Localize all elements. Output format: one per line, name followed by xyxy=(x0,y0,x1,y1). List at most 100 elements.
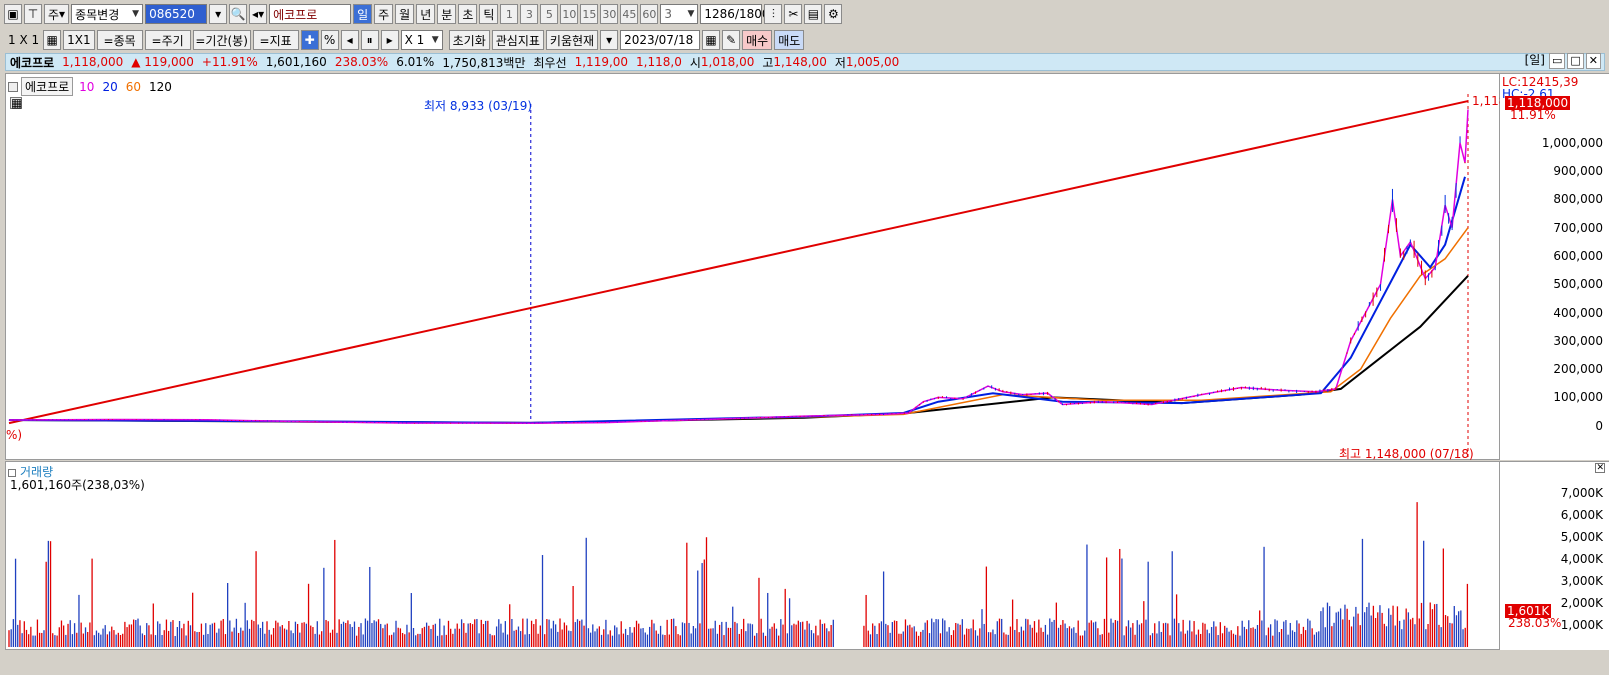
code-dropdown[interactable]: ▾ xyxy=(209,4,228,24)
mouse-icon[interactable]: ✎ xyxy=(722,30,741,50)
close-icon[interactable]: ✕ xyxy=(1595,463,1605,473)
best-bid: 1,118,0 xyxy=(636,55,682,69)
kiwoom-current-button[interactable]: 키움현재 xyxy=(545,30,599,50)
grid-toggle-icon[interactable]: ▦ xyxy=(10,97,22,109)
volume-tick-label: 7,000K xyxy=(1560,486,1603,501)
legend-ma10[interactable]: 10 xyxy=(79,80,94,94)
next-icon[interactable]: ▸ xyxy=(380,30,399,50)
price-change-pct: +11.91% xyxy=(201,55,258,69)
calendar-icon[interactable]: ▦ xyxy=(702,30,721,50)
percent-button[interactable]: % xyxy=(320,30,339,50)
price-line xyxy=(8,109,1469,424)
watch-indicator-button[interactable]: 관심지표 xyxy=(491,30,544,50)
interval-60[interactable]: 60 xyxy=(640,4,659,24)
open-price: 1,018,00 xyxy=(700,55,755,69)
volume-tick-label: 1,000K xyxy=(1560,618,1603,633)
bar-count-field[interactable]: 1286/1800 xyxy=(700,4,770,24)
price-tick-label: 300,000 xyxy=(1553,333,1603,348)
restore-icon[interactable]: ▭ xyxy=(1548,53,1566,69)
buy-button[interactable]: 매수 xyxy=(742,30,773,50)
interval-10[interactable]: 10 xyxy=(560,4,579,24)
best-ask: 1,119,00 xyxy=(574,55,629,69)
volume-pct: 238.03% xyxy=(334,55,389,69)
volume-tick-label: 2,000K xyxy=(1560,596,1603,611)
current-price: 1,118,000 xyxy=(62,55,124,69)
high-label: 고 xyxy=(762,55,774,70)
volume-chart-panel[interactable]: 거래량 1,601,160주(238,03%) xyxy=(5,461,1500,650)
stock-link-button[interactable]: =종목 xyxy=(96,30,143,50)
axis-volume-pct: 238.03% xyxy=(1508,616,1562,630)
candle-icon[interactable]: ⫶ xyxy=(764,4,783,24)
speaker-icon[interactable]: ◂▾ xyxy=(249,4,268,24)
bottom-strip xyxy=(0,651,1609,675)
best-quote-label: 최우선 xyxy=(533,55,567,70)
low-price: 1,005,00 xyxy=(845,55,900,69)
tool-icon[interactable]: ✂ xyxy=(784,4,803,24)
period-month[interactable]: 월 xyxy=(395,4,415,24)
volume-axis: 7,000K 6,000K 5,000K 4,000K 3,000K 2,000K 1,00… xyxy=(1500,461,1609,650)
volume-tick-label: 3,000K xyxy=(1560,574,1603,589)
volume-tick-label: 4,000K xyxy=(1560,552,1603,567)
stock-name-field[interactable]: 에코프로 xyxy=(269,4,352,24)
period-day[interactable]: 일 xyxy=(353,4,373,24)
collapse-icon[interactable] xyxy=(8,81,18,92)
count-select[interactable]: 3 ▼ xyxy=(660,4,699,24)
interval-1[interactable]: 1 xyxy=(500,4,519,24)
legend-ma120[interactable]: 120 xyxy=(149,80,172,94)
left-pct-label: %) xyxy=(6,428,23,442)
multiplier-select[interactable]: X 1 ▼ xyxy=(400,30,443,50)
indicator-link-button[interactable]: =지표 xyxy=(252,30,299,50)
date-input[interactable]: 2023/07/18 xyxy=(620,30,701,50)
prev-icon[interactable]: ◂ xyxy=(340,30,359,50)
legend-ma60[interactable]: 60 xyxy=(126,80,141,94)
period-year[interactable]: 년 xyxy=(416,4,436,24)
legend-stock-name[interactable]: 에코프로 xyxy=(21,77,74,96)
maximize-icon[interactable]: □ xyxy=(1567,53,1584,69)
stock-change-select[interactable]: 종목변경 ▼ xyxy=(71,4,144,24)
highest-price-label: 최고 1,148,000 (07/18) xyxy=(1339,447,1474,461)
ma60-line xyxy=(8,227,1469,424)
chevron-down-icon: ▼ xyxy=(687,9,695,19)
save-icon[interactable]: ▤ xyxy=(804,4,823,24)
period-link-button[interactable]: =주기 xyxy=(144,30,191,50)
panel-period-label: [일] xyxy=(1524,53,1545,67)
period-minute[interactable]: 분 xyxy=(437,4,457,24)
stock-code-input[interactable]: 086520 xyxy=(145,4,208,24)
kiwoom-dropdown[interactable]: ▾ xyxy=(600,30,619,50)
price-axis: 1,000,000 900,000 800,000 700,000 600,000 500… xyxy=(1500,73,1609,460)
close-icon[interactable]: ✕ xyxy=(1585,53,1601,69)
grid-icon[interactable]: ▦ xyxy=(43,30,62,50)
window-icon[interactable]: ▣ xyxy=(4,4,22,24)
stock-name: 에코프로 xyxy=(10,55,55,70)
price-chart-panel[interactable]: 에코프로 10 20 60 120 ▦ 최저 8,933 (03/19) 최고 … xyxy=(5,73,1506,461)
period-tick[interactable]: 틱 xyxy=(479,4,499,24)
price-tick-label: 600,000 xyxy=(1553,249,1603,264)
period-week[interactable]: 주 xyxy=(374,4,394,24)
low-label: 저 xyxy=(834,55,846,70)
pin-icon[interactable]: ⊤ xyxy=(24,4,42,24)
layout-button[interactable]: 1X1 xyxy=(63,30,95,50)
interval-5[interactable]: 5 xyxy=(540,4,559,24)
price-tick-label: 500,000 xyxy=(1553,277,1603,292)
interval-45[interactable]: 45 xyxy=(620,4,639,24)
price-tick-label: 0 xyxy=(1595,418,1603,433)
gear-icon[interactable]: ⚙ xyxy=(824,4,843,24)
reset-button[interactable]: 초기화 xyxy=(448,30,490,50)
range-link-button[interactable]: =기간(봉) xyxy=(192,30,251,50)
search-icon[interactable]: 🔍 xyxy=(229,4,248,24)
interval-30[interactable]: 30 xyxy=(600,4,619,24)
interval-3[interactable]: 3 xyxy=(520,4,539,24)
price-change: ▲ 119,000 xyxy=(131,55,194,69)
period-select[interactable]: 주 ▾ xyxy=(44,4,70,24)
quote-info-bar: 에코프로 1,118,000 ▲ 119,000 +11.91% 1,601,1… xyxy=(5,53,1605,71)
sell-button[interactable]: 매도 xyxy=(774,30,805,50)
trade-amount: 1,750,813백만 xyxy=(442,55,526,70)
price-tick-label: 100,000 xyxy=(1553,390,1603,405)
period-second[interactable]: 초 xyxy=(458,4,478,24)
interval-15[interactable]: 15 xyxy=(580,4,599,24)
crosshair-icon[interactable]: ✚ xyxy=(300,30,319,50)
legend-ma20[interactable]: 20 xyxy=(102,80,117,94)
price-tick-label: 900,000 xyxy=(1553,164,1603,179)
pause-icon[interactable]: ⏸ xyxy=(360,30,379,50)
price-chart-svg xyxy=(8,94,1469,459)
